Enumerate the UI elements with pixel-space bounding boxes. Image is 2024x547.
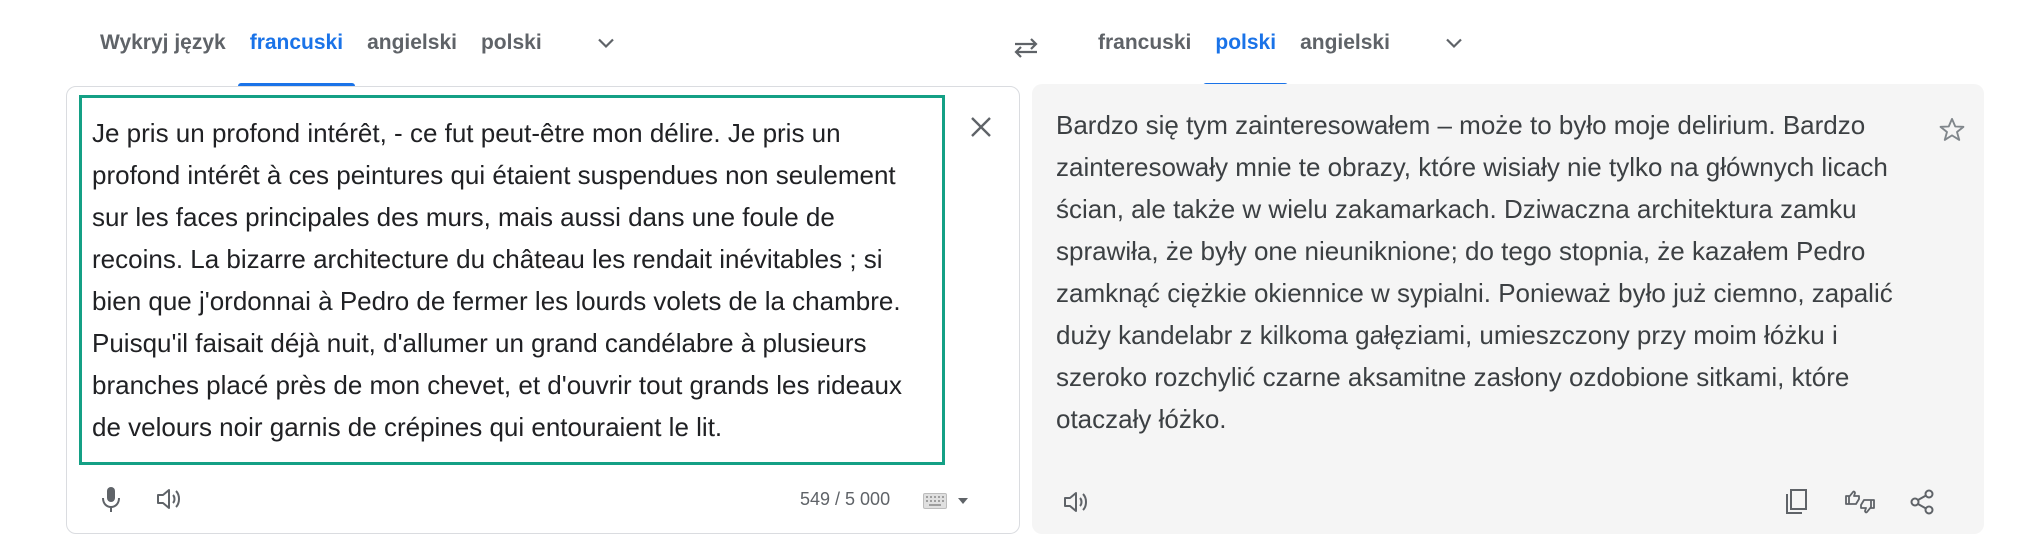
source-more-languages-button[interactable] xyxy=(582,19,630,67)
save-translation-button[interactable] xyxy=(1928,106,1976,154)
target-more-languages-button[interactable] xyxy=(1430,19,1478,67)
rate-translation-button[interactable] xyxy=(1836,478,1884,526)
chevron-down-icon xyxy=(1446,38,1462,49)
chevron-down-icon xyxy=(597,38,614,49)
source-language-bar: Wykryj język francuski angielski polski xyxy=(88,0,630,86)
input-tools-button[interactable] xyxy=(923,487,979,515)
voice-input-button[interactable] xyxy=(87,475,135,523)
share-translation-button[interactable] xyxy=(1898,478,1946,526)
share-icon xyxy=(1910,489,1934,515)
clear-source-button[interactable] xyxy=(957,103,1005,151)
character-count: 549 / 5 000 xyxy=(800,489,891,509)
keyboard-icon xyxy=(923,493,947,509)
source-panel: Je pris un profond intérêt, - ce fut peu… xyxy=(66,86,1020,534)
translation-panel: Bardzo się tym zainteresowałem – może to… xyxy=(1032,84,1984,534)
tab-source-polish[interactable]: polski xyxy=(469,0,554,86)
tab-target-english[interactable]: angielski xyxy=(1288,0,1402,86)
speaker-icon xyxy=(157,489,180,509)
listen-translation-button[interactable] xyxy=(1052,478,1100,526)
source-text-input[interactable]: Je pris un profond intérêt, - ce fut peu… xyxy=(79,95,945,465)
tab-detect-language[interactable]: Wykryj język xyxy=(88,0,238,86)
target-language-bar: francuski polski angielski xyxy=(1086,0,1478,86)
copy-translation-button[interactable] xyxy=(1772,478,1820,526)
copy-icon xyxy=(1786,489,1807,514)
listen-source-button[interactable] xyxy=(145,475,193,523)
star-icon xyxy=(1939,117,1965,141)
tab-source-english[interactable]: angielski xyxy=(355,0,469,86)
swap-languages-icon xyxy=(1014,38,1038,58)
translation-text: Bardzo się tym zainteresowałem – może to… xyxy=(1056,110,1893,434)
close-icon xyxy=(971,117,991,137)
caret-down-icon xyxy=(958,498,968,504)
speaker-icon xyxy=(1064,492,1087,512)
tab-target-french[interactable]: francuski xyxy=(1086,0,1203,86)
microphone-icon xyxy=(102,487,120,512)
thumbs-up-down-icon xyxy=(1845,490,1875,514)
swap-languages-button[interactable] xyxy=(1004,26,1048,70)
tab-source-french[interactable]: francuski xyxy=(237,0,356,86)
tab-target-polish[interactable]: polski xyxy=(1203,0,1288,86)
